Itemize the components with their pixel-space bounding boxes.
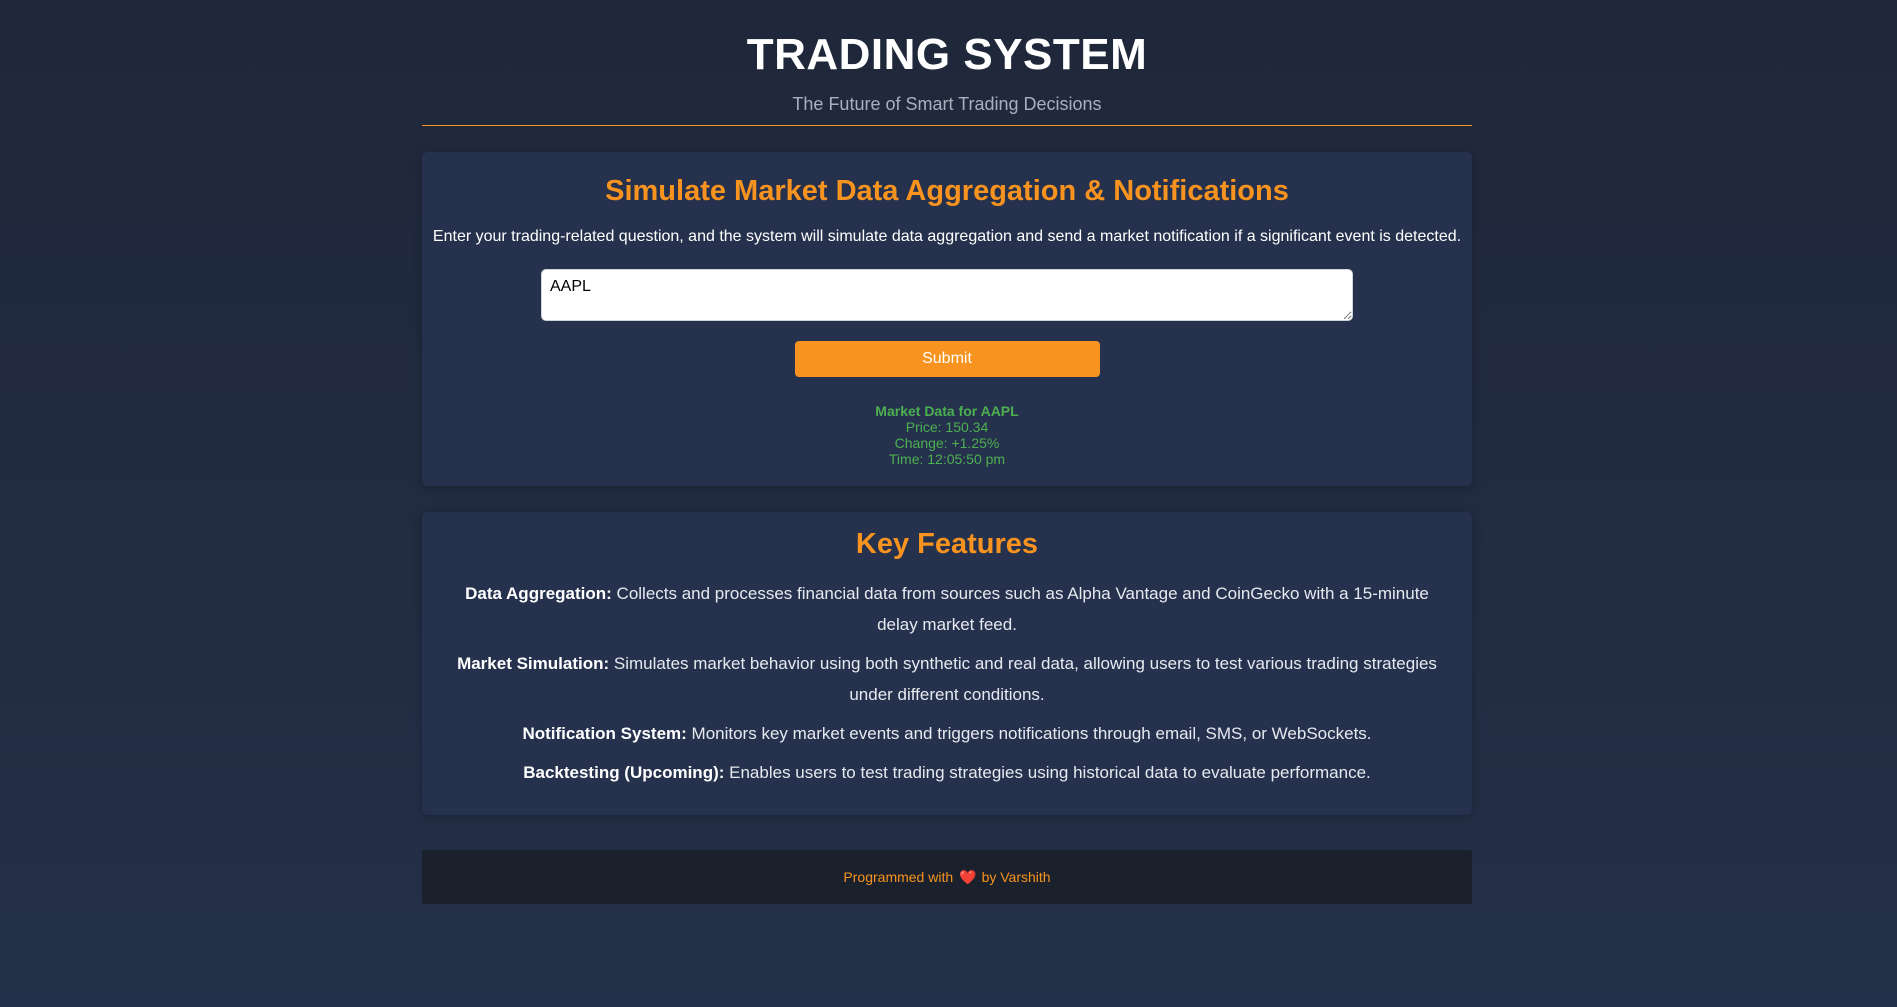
- result-time: Time: 12:05:50 pm: [888, 451, 1006, 467]
- footer-suffix: by Varshith: [981, 869, 1051, 885]
- feature-item: Notification System: Monitors key market…: [444, 718, 1450, 749]
- simulator-description: Enter your trading-related question, and…: [432, 228, 1462, 245]
- feature-item: Data Aggregation: Collects and processes…: [444, 578, 1450, 640]
- feature-label: Market Simulation:: [457, 654, 610, 673]
- query-wrap: [422, 269, 1472, 321]
- result-change: Change: +1.25%: [894, 435, 1000, 451]
- features-title: Key Features: [855, 528, 1039, 560]
- feature-label: Notification System:: [522, 724, 687, 743]
- app-subtitle: The Future of Smart Trading Decisions: [792, 94, 1102, 114]
- footer-prefix: Programmed with: [843, 869, 954, 885]
- features-card: Key Features Data Aggregation: Collects …: [422, 512, 1472, 815]
- market-data-result: Market Data for AAPL Price: 150.34 Chang…: [422, 403, 1472, 467]
- feature-text: Collects and processes financial data fr…: [611, 584, 1429, 634]
- query-input[interactable]: [541, 269, 1353, 321]
- feature-label: Data Aggregation:: [465, 584, 612, 603]
- result-heading: Market Data for AAPL: [875, 403, 1019, 419]
- page-container: TRADING SYSTEM The Future of Smart Tradi…: [422, 0, 1472, 904]
- simulator-card: Simulate Market Data Aggregation & Notif…: [422, 152, 1472, 486]
- feature-text: Enables users to test trading strategies…: [724, 763, 1371, 782]
- footer: Programmed with ❤️ by Varshith: [422, 850, 1472, 904]
- header: TRADING SYSTEM The Future of Smart Tradi…: [422, 0, 1472, 126]
- result-price: Price: 150.34: [905, 419, 989, 435]
- feature-item: Backtesting (Upcoming): Enables users to…: [444, 757, 1450, 788]
- submit-button[interactable]: Submit: [794, 341, 1100, 377]
- feature-item: Market Simulation: Simulates market beha…: [444, 648, 1450, 710]
- feature-text: Monitors key market events and triggers …: [686, 724, 1372, 743]
- heart-icon: ❤️: [959, 868, 977, 885]
- simulator-title: Simulate Market Data Aggregation & Notif…: [605, 175, 1289, 207]
- app-title: TRADING SYSTEM: [746, 30, 1148, 79]
- feature-label: Backtesting (Upcoming):: [523, 763, 725, 782]
- feature-text: Simulates market behavior using both syn…: [609, 654, 1437, 704]
- submit-wrap: Submit: [422, 341, 1472, 377]
